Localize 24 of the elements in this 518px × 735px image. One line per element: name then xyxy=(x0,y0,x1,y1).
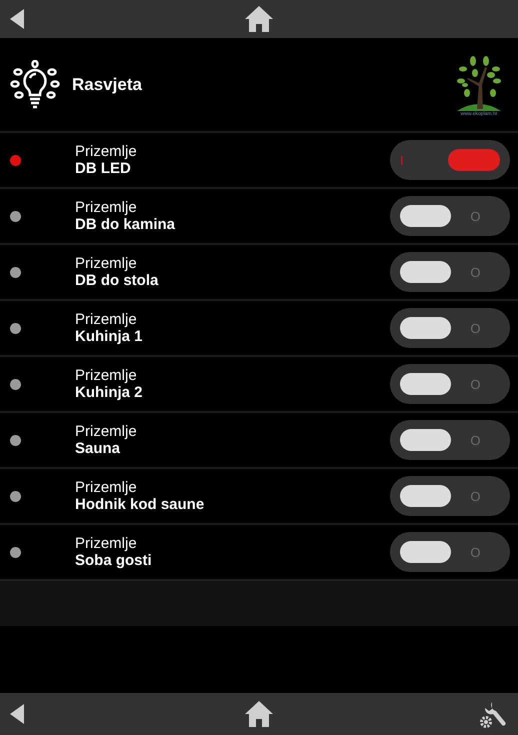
back-icon[interactable] xyxy=(10,9,24,29)
settings-icon[interactable] xyxy=(480,700,508,728)
toggle-switch[interactable]: I xyxy=(390,140,510,180)
floor-label: Prizemlje xyxy=(75,199,138,216)
floor-label: Prizemlje xyxy=(75,423,138,440)
light-name: Soba gosti xyxy=(75,552,153,569)
light-name: DB do stola xyxy=(75,272,160,289)
floor-label: Prizemlje xyxy=(75,311,138,328)
light-name: DB LED xyxy=(75,160,132,177)
floor-label: Prizemlje xyxy=(75,479,138,496)
floor-label: Prizemlje xyxy=(75,255,138,272)
floor-label: Prizemlje xyxy=(75,367,138,384)
light-name: Sauna xyxy=(75,440,122,457)
home-icon[interactable] xyxy=(245,701,273,727)
floor-label: Prizemlje xyxy=(75,535,138,552)
light-name: Hodnik kod saune xyxy=(75,496,206,513)
light-name: DB do kamina xyxy=(75,216,176,233)
floor-label: Prizemlje xyxy=(75,143,138,160)
light-name: Kuhinja 2 xyxy=(75,384,144,401)
back-icon[interactable] xyxy=(10,704,24,724)
light-bulb-icon xyxy=(10,60,60,110)
light-name: Kuhinja 1 xyxy=(75,328,144,345)
page-title: Rasvjeta xyxy=(72,74,143,94)
home-icon[interactable] xyxy=(245,6,273,32)
